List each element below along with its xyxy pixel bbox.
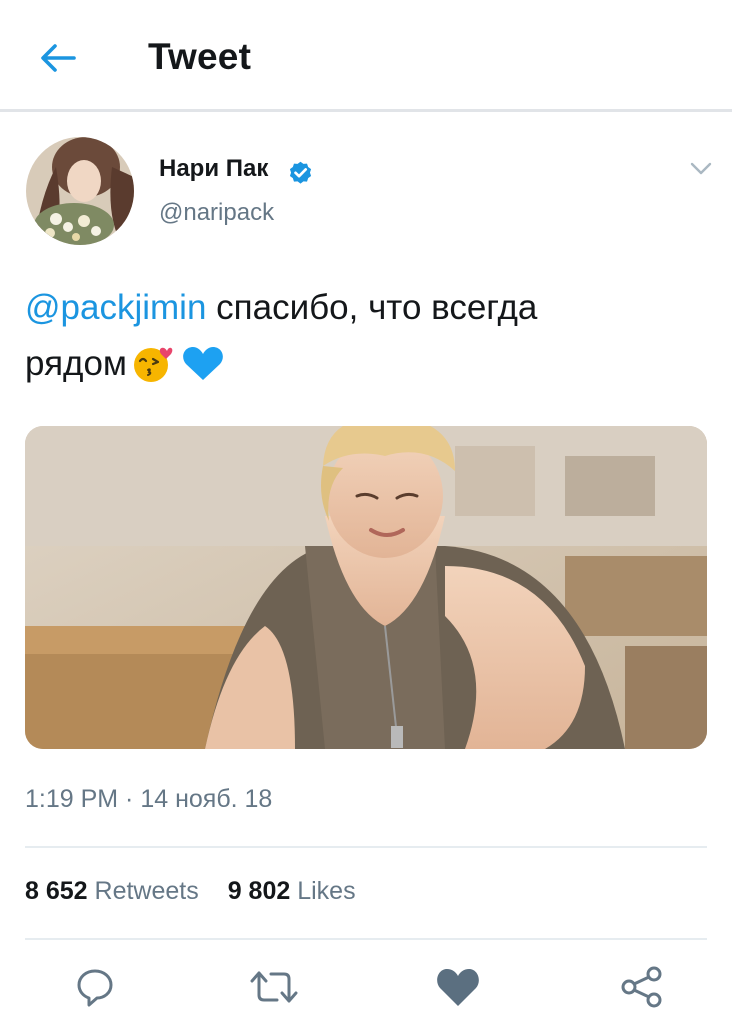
- blue-heart-emoji: [181, 344, 225, 400]
- tweet-media-image[interactable]: [25, 426, 707, 749]
- reply-icon: [77, 969, 113, 1007]
- retweet-button[interactable]: [248, 962, 300, 1012]
- kissing-face-heart-emoji: [131, 343, 177, 400]
- tweet-menu-button[interactable]: [684, 156, 718, 182]
- avatar[interactable]: [26, 137, 134, 245]
- author-handle[interactable]: @naripack: [159, 199, 274, 227]
- likes-stat[interactable]: 9 802 Likes: [228, 877, 356, 905]
- verified-badge-icon: [289, 161, 312, 184]
- likes-label: Likes: [297, 877, 356, 905]
- reply-button[interactable]: [69, 962, 121, 1012]
- tweet-text: @packjimin спасибо, что всегда рядом: [25, 280, 705, 400]
- mention-link[interactable]: @packjimin: [25, 288, 206, 327]
- top-app-bar: Tweet: [0, 0, 732, 112]
- author-name[interactable]: Нари Пак: [159, 155, 268, 183]
- share-button[interactable]: [616, 962, 668, 1012]
- likes-count: 9 802: [227, 877, 291, 905]
- divider: [25, 938, 707, 940]
- retweets-label: Retweets: [94, 877, 199, 905]
- tweet-stats: 8 652 Retweets 9 802 Likes: [25, 877, 356, 906]
- retweets-count: 8 652: [25, 877, 88, 905]
- photo: [25, 426, 707, 749]
- share-icon: [621, 966, 662, 1008]
- page-title: Tweet: [148, 36, 252, 77]
- divider: [25, 846, 707, 848]
- retweet-icon: [250, 971, 298, 1003]
- like-button[interactable]: [432, 962, 484, 1012]
- tweet-text-line-2: рядом: [25, 336, 705, 400]
- chevron-down-icon: [690, 162, 712, 175]
- arrow-left-icon: [41, 44, 76, 72]
- back-button[interactable]: [30, 36, 86, 80]
- tweet-timestamp: 1:19 PM · 14 нояб. 18: [25, 785, 273, 813]
- like-icon: [437, 969, 479, 1006]
- retweets-stat[interactable]: 8 652 Retweets: [25, 877, 199, 905]
- avatar-image: [26, 137, 134, 245]
- tweet-text-part: спасибо, что всегда: [206, 288, 538, 327]
- tweet-text-line-1: @packjimin спасибо, что всегда: [25, 280, 705, 336]
- tweet-text-part: рядом: [25, 344, 127, 383]
